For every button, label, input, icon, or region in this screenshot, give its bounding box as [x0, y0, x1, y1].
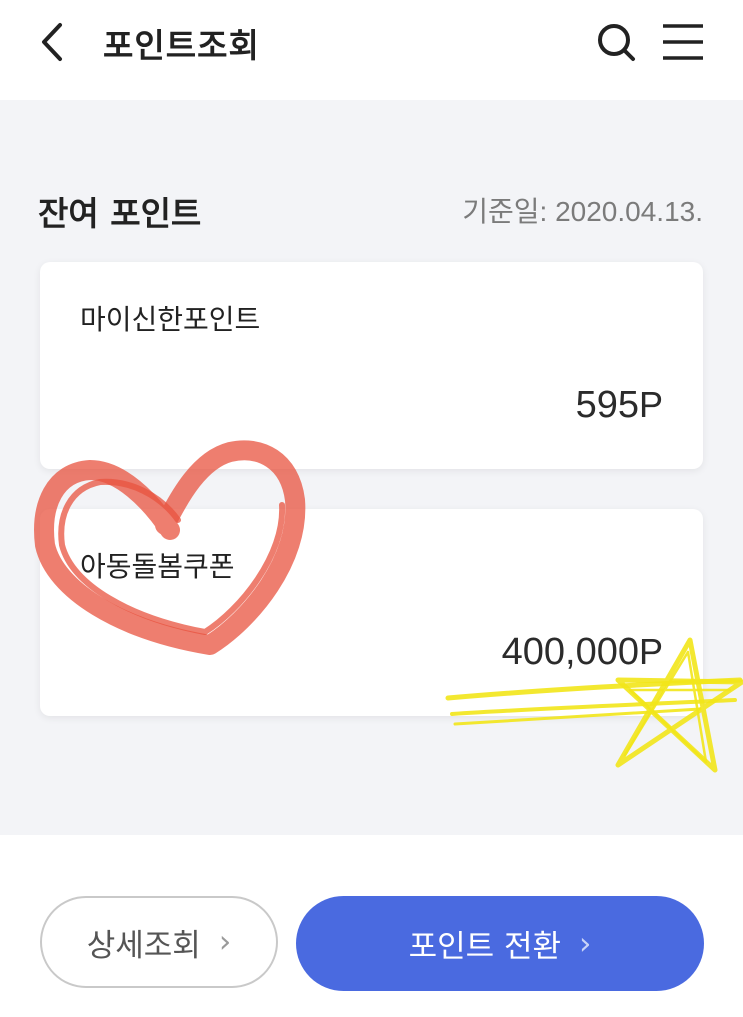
section-title: 잔여 포인트: [38, 194, 202, 233]
menu-button[interactable]: [659, 16, 709, 66]
search-icon: [598, 24, 635, 61]
balance-section: 잔여 포인트 기준일: 2020.04.13. 마이신한포인트 595P 아동돌…: [0, 100, 743, 835]
back-button[interactable]: [30, 18, 80, 68]
convert-button-label: 포인트 전환: [408, 929, 562, 965]
point-convert-button[interactable]: 포인트 전환 ›: [296, 896, 704, 991]
chevron-right-icon: ›: [579, 925, 592, 962]
search-button[interactable]: [592, 18, 642, 68]
point-card-myshinhan[interactable]: 마이신한포인트 595P: [40, 262, 703, 469]
bottom-action-bar: 상세조회 › 포인트 전환 ›: [0, 835, 743, 1017]
base-date: 기준일: 2020.04.13.: [462, 196, 703, 227]
page-title: 포인트조회: [103, 26, 260, 65]
detail-button-label: 상세조회: [86, 927, 201, 964]
point-unit: P: [638, 384, 663, 425]
chevron-right-icon: ›: [218, 924, 232, 960]
chevron-left-icon: [42, 23, 62, 61]
point-unit: P: [638, 631, 663, 672]
card-name: 마이신한포인트: [80, 303, 261, 336]
point-card-childcare-coupon[interactable]: 아동돌봄쿠폰 400,000P: [40, 509, 703, 716]
card-name: 아동돌봄쿠폰: [80, 550, 235, 583]
card-value: 400,000P: [502, 631, 663, 674]
app-header: 포인트조회: [0, 0, 743, 100]
hamburger-menu-icon: [663, 24, 703, 60]
point-amount: 400,000: [501, 631, 639, 673]
point-amount: 595: [575, 384, 639, 426]
detail-view-button[interactable]: 상세조회 ›: [40, 896, 278, 988]
card-value: 595P: [576, 384, 663, 427]
